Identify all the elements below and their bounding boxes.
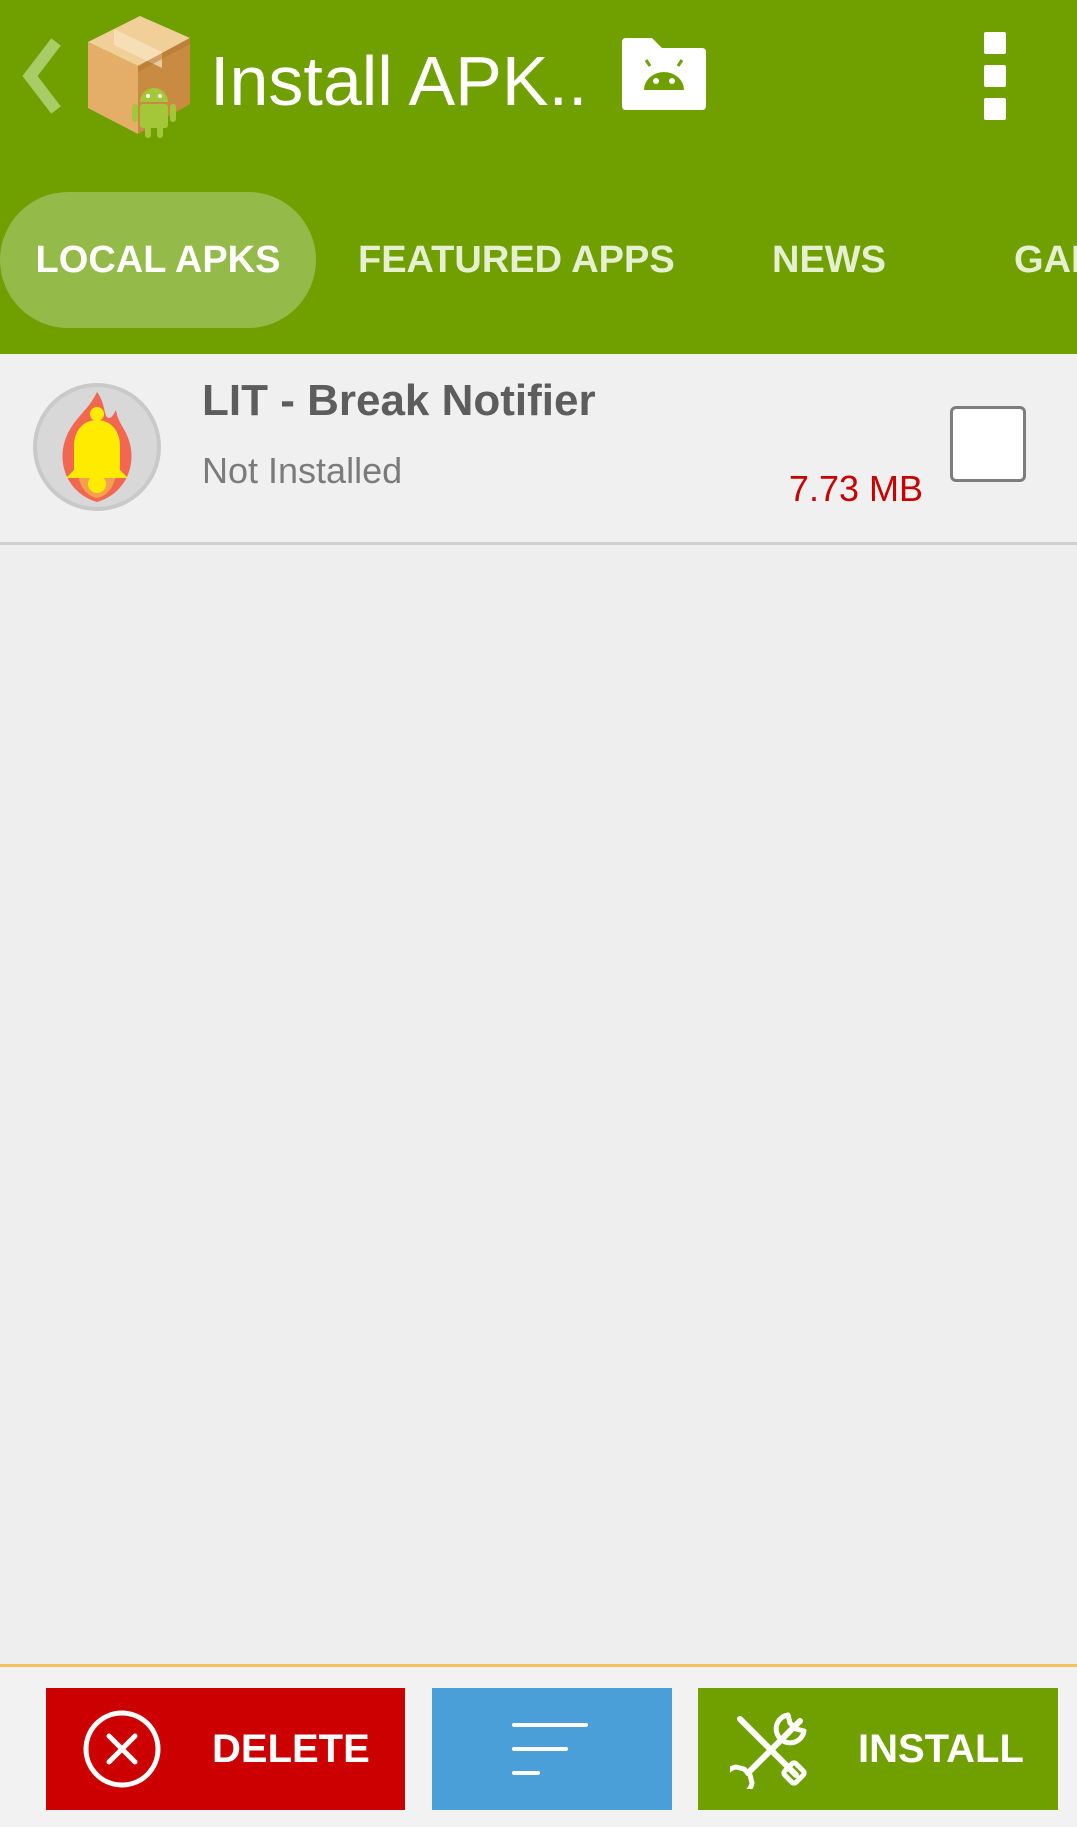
apk-list-item[interactable]: LIT - Break Notifier Not Installed 7.73 … [0, 354, 1077, 545]
sort-button[interactable] [432, 1688, 672, 1810]
delete-button[interactable]: DELETE [46, 1688, 405, 1810]
tab-news[interactable]: NEWS [772, 192, 886, 328]
menu-dot [984, 65, 1006, 87]
sort-lines-icon [512, 1723, 588, 1775]
apk-install-status: Not Installed [202, 450, 403, 491]
overflow-menu-icon[interactable] [968, 32, 1022, 120]
chevron-left-icon[interactable] [20, 36, 64, 116]
menu-dot [984, 98, 1006, 120]
tab-games[interactable]: GAI [1014, 192, 1077, 328]
apk-file-size: 7.73 MB [788, 468, 923, 509]
install-button[interactable]: INSTALL [698, 1688, 1058, 1810]
tab-featured-apps[interactable]: FEATURED APPS [358, 192, 675, 328]
bottom-action-bar: DELETE INSTALL [0, 1664, 1077, 1827]
menu-dot [984, 32, 1006, 54]
apk-select-checkbox[interactable] [950, 406, 1026, 482]
cancel-circle-icon [83, 1710, 161, 1788]
fire-bell-icon [33, 383, 161, 511]
apk-box-android-icon [88, 16, 190, 138]
app-title: Install APK.. [210, 42, 588, 120]
delete-button-label: DELETE [212, 1727, 370, 1771]
tab-bar: LOCAL APKS FEATURED APPS NEWS GAI [0, 192, 1077, 328]
install-button-label: INSTALL [858, 1727, 1024, 1771]
tools-icon [730, 1712, 807, 1789]
android-folder-icon[interactable] [618, 36, 710, 112]
apk-name: LIT - Break Notifier [202, 376, 596, 425]
app-bar: Install APK.. LOCAL APKS FEATURED APPS N… [0, 0, 1077, 354]
tab-local-apks[interactable]: LOCAL APKS [0, 192, 316, 328]
